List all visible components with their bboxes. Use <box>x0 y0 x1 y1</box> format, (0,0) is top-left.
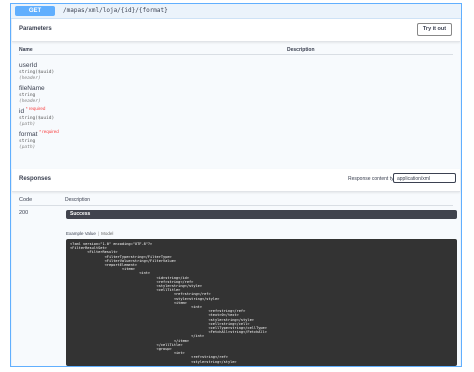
column-name-header: Name <box>19 47 33 53</box>
param-filename: fileName string (header) <box>19 82 45 104</box>
param-name: userId <box>19 62 38 70</box>
column-code-header: Code <box>19 197 33 203</box>
param-type: string($uuid) <box>19 116 55 122</box>
param-type: string($uuid) <box>19 70 55 76</box>
try-it-out-button[interactable]: Try it out <box>417 23 452 36</box>
responses-header: Responses Response content type applicat… <box>12 169 460 192</box>
column-response-description-header: Description <box>65 197 91 203</box>
tab-separator: | <box>97 231 100 236</box>
example-model-tabs: Example Value | Model <box>66 231 113 236</box>
operation-block: GET /mapas/xml/loja/{id}/{format} Parame… <box>10 3 462 367</box>
responses-title: Responses <box>19 176 52 182</box>
response-content-type-label: Response content type <box>348 176 400 182</box>
param-location: (path) <box>19 144 36 150</box>
param-name: format * required <box>19 129 59 139</box>
tab-model[interactable]: Model <box>101 231 113 236</box>
response-description: Success <box>66 210 457 219</box>
operation-path: /mapas/xml/loja/{id}/{format} <box>63 7 168 14</box>
example-xml: <?xml version="1.0" encoding="UTF-8"?> <… <box>70 242 267 364</box>
divider <box>19 205 453 206</box>
example-value-code[interactable]: <?xml version="1.0" encoding="UTF-8"?> <… <box>66 239 457 366</box>
param-format: format * required string (path) <box>19 128 59 150</box>
divider <box>19 54 453 55</box>
parameters-header: Parameters Try it out <box>12 19 460 42</box>
param-id: id * required string($uuid) (path) <box>19 105 54 127</box>
param-location: (path) <box>19 121 36 127</box>
parameters-title: Parameters <box>19 26 52 32</box>
operation-summary[interactable]: GET /mapas/xml/loja/{id}/{format} <box>11 4 461 19</box>
operation-body: Parameters Try it out Name Description u… <box>12 19 460 366</box>
column-description-header: Description <box>287 47 315 53</box>
method-badge: GET <box>15 6 55 16</box>
param-location: (header) <box>19 75 41 81</box>
tab-example-value[interactable]: Example Value <box>66 231 96 236</box>
param-name: fileName <box>19 85 45 93</box>
response-status-code: 200 <box>19 210 29 216</box>
param-location: (header) <box>19 98 41 104</box>
param-userid: userId string($uuid) (header) <box>19 59 54 81</box>
response-content-type-select[interactable]: application/xml <box>393 173 456 183</box>
param-name: id * required <box>19 106 46 116</box>
